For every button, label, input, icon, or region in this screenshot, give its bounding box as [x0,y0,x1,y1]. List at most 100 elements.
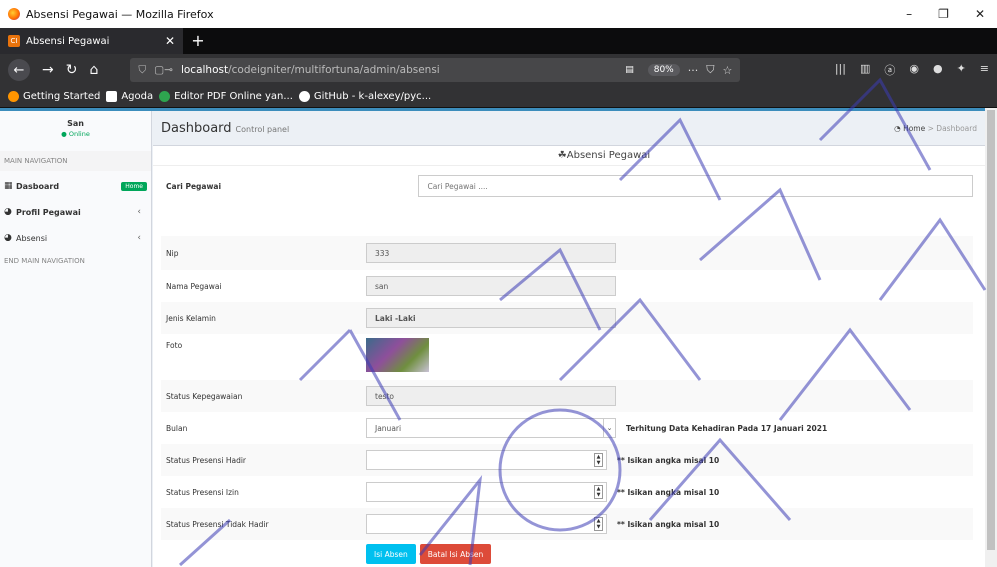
jk-field[interactable]: Laki -Laki [366,308,616,328]
content-header: Dashboard Control panel ◔ Home > Dashboa… [153,111,985,145]
back-icon[interactable]: ← [8,59,30,81]
tidak-hadir-label: Status Presensi Tidak Hadir [166,519,269,529]
nama-field[interactable]: san [366,276,616,296]
sidebar-item-dashboard[interactable]: ▦ Dasboard Home [0,175,151,197]
nip-field[interactable]: 333 [366,243,616,263]
minimize-icon[interactable]: – [906,7,912,21]
pdf-editor-icon [159,91,171,102]
user-name: San [67,119,84,128]
bookmark-agoda[interactable]: Agoda [106,91,153,102]
agoda-icon [106,91,118,102]
jk-label: Jenis Kelamin [166,313,216,323]
tab-absensi[interactable]: CI Absensi Pegawai ✕ [0,28,183,54]
isi-absen-button[interactable]: Isi Absen [366,544,416,564]
nav-footer: END MAIN NAVIGATION [4,257,85,265]
batal-isi-absen-button[interactable]: Batal Isi Absen [419,544,492,564]
bookmark-label: GitHub - k-alexey/pyc... [313,91,432,102]
pie-chart-icon: ◕ [4,233,12,243]
url-bar[interactable]: ⛉ ▢⊸ localhost/codeigniter/multifortuna/… [130,58,741,82]
reload-icon[interactable]: ↻ [66,62,78,78]
main-content: Dashboard Control panel ◔ Home > Dashboa… [153,111,985,567]
nav-header: MAIN NAVIGATION [0,151,151,171]
firefox-icon [8,91,19,102]
breadcrumb-separator: > [927,123,934,133]
tidak-hadir-note: ** Isikan angka misal 10 [617,519,720,529]
tidak-hadir-row: Status Presensi Tidak Hadir ▲ ▼ ** Isikan… [161,508,973,540]
sidebar-item-label: Profil Pegawai [16,207,81,217]
spinner-icon[interactable]: ▲ ▼ [594,453,603,467]
reader-icon[interactable]: ▤ [619,64,640,76]
url-path: /codeigniter/multifortuna/admin/absensi [228,64,440,76]
izin-note: ** Isikan angka misal 10 [617,487,720,497]
page-actions-icon[interactable]: ··· [688,64,699,77]
pocket-icon[interactable]: ⛉ [706,63,714,77]
page-icon: ▢⊸ [154,64,173,76]
home-icon[interactable]: ⌂ [89,62,98,78]
search-input[interactable] [418,175,973,197]
foto-label: Foto [166,341,183,350]
izin-input[interactable]: ▲ ▼ [366,482,607,502]
foto-row: Foto [161,334,973,380]
bookmark-star-icon[interactable]: ☆ [722,64,732,77]
tidak-hadir-input[interactable]: ▲ ▼ [366,514,607,534]
scrollbar-thumb[interactable] [987,110,995,550]
action-row: Isi Absen Batal Isi Absen [161,542,973,566]
sidebar-toggle-icon[interactable]: ▥ [860,62,870,78]
bookmark-editor-pdf[interactable]: Editor PDF Online yan... [159,91,293,102]
puzzle-icon[interactable]: ✦ [957,62,966,78]
nama-row: Nama Pegawai san [161,270,973,302]
bookmark-label: Getting Started [23,91,101,102]
search-label: Cari Pegawai [166,182,222,191]
window-title: Absensi Pegawai — Mozilla Firefox [26,7,214,21]
sidebar-item-profil-pegawai[interactable]: ◕ Profil Pegawai ‹ [0,201,151,223]
hadir-note: ** Isikan angka misal 10 [617,455,720,465]
library-icon[interactable]: ||| [835,62,846,78]
new-tab-icon[interactable]: + [183,28,213,54]
dashboard-icon: ◔ [894,123,901,133]
close-window-icon[interactable]: ✕ [975,7,985,21]
bulan-select[interactable]: Januari ⌄ [366,418,616,438]
online-status: ● Online [61,130,90,138]
zoom-level[interactable]: 80% [647,64,680,76]
user-panel: San ● Online [0,111,151,151]
sidebar-item-label: Dasboard [16,181,60,191]
bulan-selected-value: Januari [375,423,402,433]
tab-title: Absensi Pegawai [26,35,110,47]
tab-favicon-icon: CI [8,35,20,47]
bookmark-github[interactable]: GitHub - k-alexey/pyc... [298,91,432,102]
tab-bar: CI Absensi Pegawai ✕ + [0,28,997,54]
globe-icon[interactable]: ● [933,62,943,78]
menu-icon[interactable]: ≡ [980,62,989,78]
spinner-icon[interactable]: ▲ ▼ [594,517,603,531]
search-row: Cari Pegawai [161,175,973,215]
employee-photo [366,338,429,372]
nip-label: Nip [166,248,179,258]
page-subtitle: Control panel [235,125,290,134]
hadir-label: Status Presensi Hadir [166,455,247,465]
bulan-row: Bulan Januari ⌄ Terhitung Data Kehadiran… [161,412,973,444]
page-scrollbar[interactable] [985,108,997,567]
izin-label: Status Presensi Izin [166,487,239,497]
url-host: localhost [180,64,229,76]
bookmark-getting-started[interactable]: Getting Started [8,91,100,102]
jk-row: Jenis Kelamin Laki -Laki [161,302,973,334]
extension-icon[interactable]: ◉ [909,62,919,78]
chevron-left-icon: ‹ [137,233,141,243]
status-kepegawaian-label: Status Kepegawaian [166,391,243,401]
sidebar-item-absensi[interactable]: ◕ Absensi ‹ [0,227,151,249]
breadcrumb-home[interactable]: Home [903,124,925,133]
spinner-icon[interactable]: ▲ ▼ [594,485,603,499]
nama-label: Nama Pegawai [166,281,222,291]
status-kepegawaian-field[interactable]: testo [366,386,616,406]
forward-icon[interactable]: → [42,62,54,78]
hadir-input[interactable]: ▲ ▼ [366,450,607,470]
online-dot-icon: ● [61,130,67,138]
amazon-icon[interactable]: ⓐ [884,62,895,78]
shield-icon[interactable]: ⛉ [138,64,146,77]
github-icon [298,91,310,102]
sidebar: San ● Online MAIN NAVIGATION ▦ Dasboard … [0,111,152,567]
nip-row: Nip 333 [161,236,973,270]
close-tab-icon[interactable]: ✕ [165,34,175,48]
izin-row: Status Presensi Izin ▲ ▼ ** Isikan angka … [161,476,973,508]
maximize-icon[interactable]: ❐ [938,7,949,21]
